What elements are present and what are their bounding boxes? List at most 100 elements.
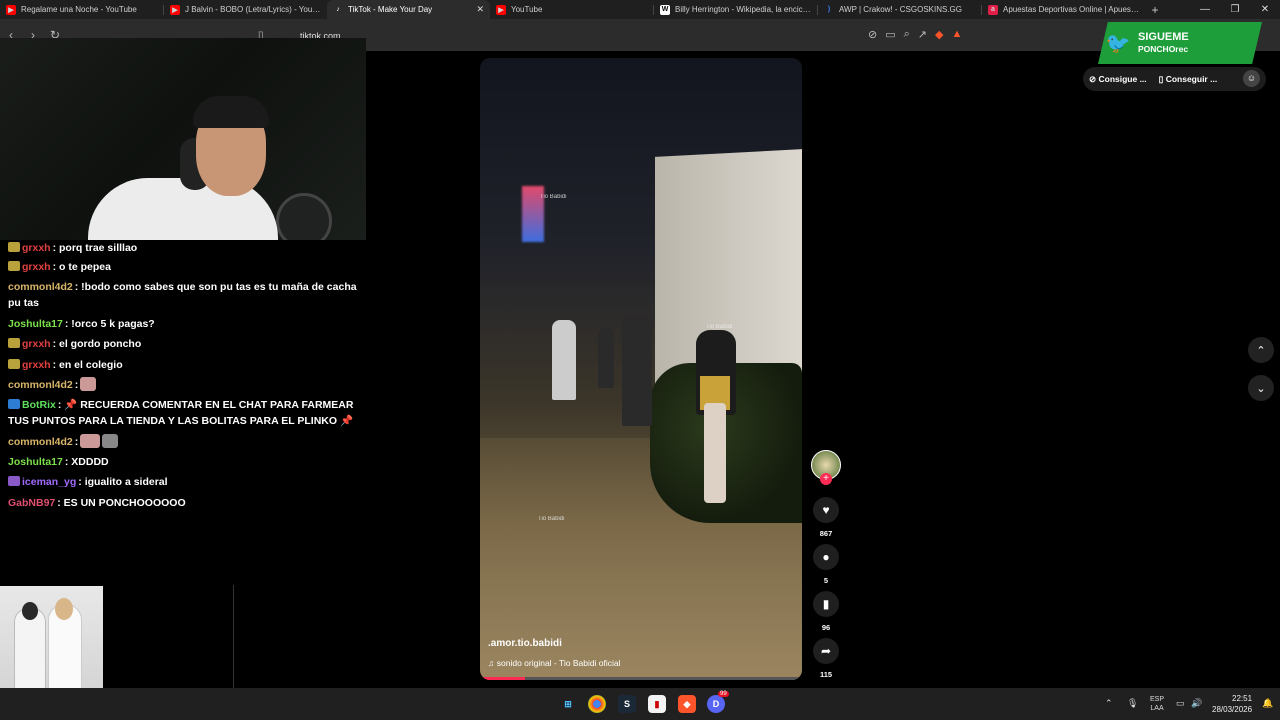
webcam-overlay (0, 38, 366, 246)
pedestrian (598, 328, 614, 388)
tab-wikipedia[interactable]: W Billy Herrington - Wikipedia, la encic… (654, 0, 817, 19)
no-translate-icon[interactable]: ⊘ (868, 28, 877, 41)
chat-text: : en el colegio (52, 359, 123, 371)
restore-icon[interactable]: ❐ (1220, 0, 1250, 19)
video-author-name[interactable]: .amor.tio.babidi (488, 638, 562, 649)
share-icon[interactable]: ↗ (918, 28, 927, 41)
language-indicator[interactable]: ESP LAA (1150, 695, 1164, 713)
share-arrow-icon: ➦ (820, 644, 832, 658)
cast-icon[interactable]: ▭ (885, 28, 895, 41)
chat-text: : (74, 436, 79, 448)
video-progress-bar[interactable] (480, 677, 802, 680)
pill-label: Consigue ... (1098, 73, 1147, 84)
get-coins-button[interactable]: ⊘ Consigue ... (1083, 74, 1153, 85)
sub-badge-icon (8, 338, 20, 348)
share-count: 115 (819, 670, 833, 679)
tab-tiktok[interactable]: ♪ TikTok - Make Your Day ✕ (327, 0, 490, 19)
chat-message: grxxh: porq trae silllao (8, 240, 358, 256)
like-button[interactable]: ♥ (813, 497, 839, 523)
tab-csgoskins[interactable]: ) AWP | Crakow! - CSGOSKINS.GG (818, 0, 981, 19)
brave-shield-icon[interactable]: ◆ (935, 28, 943, 41)
video-watermark: Tio Babidi (706, 324, 733, 330)
share-button[interactable]: ➦ (813, 638, 839, 664)
chat-message: grxxh: en el colegio (8, 357, 358, 373)
chat-message: commonl4d2: !bodo como sabes que son pu … (8, 279, 358, 311)
volume-icon[interactable]: 🔊 (1191, 698, 1202, 709)
brave-icon[interactable]: ◆ (678, 695, 696, 713)
video-progress-fill (480, 677, 526, 680)
chevron-up-icon: ⌃ (1256, 344, 1266, 357)
browser-tab-bar: ▶ Regalame una Noche - YouTube ▶ J Balvi… (0, 0, 1280, 19)
tab-title: Apuestas Deportivas Online | Apuestas (1003, 5, 1139, 14)
chat-text: : (74, 379, 79, 391)
follow-plus-icon[interactable]: + (820, 473, 832, 485)
previous-video-button[interactable]: ⌃ (1248, 337, 1274, 363)
document-icon[interactable]: ▮ (648, 695, 666, 713)
stream-chat: grxxh: porq trae silllao grxxh: o te pep… (0, 240, 366, 585)
youtube-icon: ▶ (6, 4, 16, 15)
tab-title: YouTube (511, 5, 543, 14)
clock-time: 22:51 (1232, 694, 1253, 703)
comment-count: 5 (823, 576, 829, 585)
extension-icons: ⊘ ▭ ⌕ ↗ ◆ ▲ (868, 28, 962, 41)
chat-text: : ES UN PONCHOOOOOO (57, 497, 186, 509)
chat-message: GabNB97: ES UN PONCHOOOOOO (8, 495, 358, 511)
tab-title: TikTok - Make Your Day (348, 5, 433, 14)
steam-icon[interactable]: S (618, 695, 636, 713)
tray-chevron-up-icon[interactable]: ⌃ (1105, 698, 1113, 709)
chrome-icon[interactable] (588, 695, 606, 713)
pedestrian (552, 320, 576, 400)
profile-avatar-icon[interactable]: ☺ (1243, 70, 1260, 87)
emote-icon (80, 434, 101, 448)
system-clock[interactable]: 22:51 28/03/2026 (1212, 693, 1252, 715)
sound-title: sonido original - Tio Babidi oficial (496, 658, 621, 668)
tiktok-header-actions: ⊘ Consigue ... ▯ Conseguir ... (1083, 67, 1266, 91)
chat-username: grxxh (22, 261, 51, 273)
save-count: 96 (821, 623, 831, 632)
zoom-icon[interactable]: ⌕ (904, 28, 910, 41)
pedestrian (622, 316, 652, 426)
monitor-icon[interactable]: ▭ (1176, 698, 1185, 709)
get-app-button[interactable]: ▯ Conseguir ... (1153, 74, 1224, 85)
chat-username: iceman_yg (22, 476, 77, 488)
chat-text: : !orco 5 k pagas? (64, 318, 155, 330)
chat-message: Joshulta17: !orco 5 k pagas? (8, 316, 358, 332)
promo-line-1: SIGUEME (1138, 31, 1189, 43)
girl-legs (704, 403, 726, 503)
windows-start-icon[interactable]: ⊞ (559, 695, 577, 713)
fan-image (276, 193, 332, 246)
tiktok-icon: ♪ (336, 6, 340, 13)
tab-youtube-2[interactable]: ▶ J Balvin - BOBO (Letra/Lyrics) - YouTu… (164, 0, 327, 19)
minimize-icon[interactable]: — (1190, 0, 1220, 19)
promo-text: SIGUEME PONCHOrec (1138, 31, 1189, 55)
tab-youtube-3[interactable]: ▶ YouTube (490, 0, 653, 19)
windows-taskbar: ⊞ S ▮ ◆ D 99 ⌃ 🎙 ESP LAA ▭ 🔊 22:51 28/03… (0, 688, 1280, 720)
comment-button[interactable]: ● (813, 544, 839, 570)
brave-rewards-icon[interactable]: ▲ (951, 28, 962, 41)
microphone-icon[interactable]: 🎙 (1127, 698, 1138, 709)
discord-icon[interactable]: D (707, 695, 725, 713)
chat-text: : 📌 RECUERDA COMENTAR EN EL CHAT PARA FA… (8, 399, 354, 427)
comment-icon: ● (822, 550, 830, 564)
tab-apuestas[interactable]: a Apuestas Deportivas Online | Apuestas (982, 0, 1145, 19)
youtube-icon: ▶ (496, 4, 506, 15)
video-sound[interactable]: ♫ sonido original - Tio Babidi oficial (488, 658, 621, 668)
save-button[interactable]: ▮ (813, 591, 839, 617)
chat-username: commonl4d2 (8, 379, 73, 391)
clock-date: 28/03/2026 (1212, 705, 1253, 714)
tab-youtube-1[interactable]: ▶ Regalame una Noche - YouTube (0, 0, 163, 19)
betting-icon: a (988, 4, 998, 15)
next-video-button[interactable]: ⌄ (1248, 375, 1274, 401)
close-tab-icon[interactable]: ✕ (476, 4, 484, 15)
promo-line-2: PONCHOrec (1138, 44, 1189, 54)
notification-icon[interactable]: 🔔 (1262, 698, 1273, 709)
heart-icon: ♥ (822, 503, 830, 517)
window-controls: — ❐ ✕ (1190, 0, 1280, 19)
pill-label: Conseguir ... (1165, 73, 1218, 84)
twitter-promo-overlay: 🐦 SIGUEME PONCHOrec (1098, 22, 1262, 64)
chat-text: : o te pepea (52, 261, 111, 273)
new-tab-button[interactable]: + (1145, 3, 1165, 17)
tiktok-video-player[interactable]: Tio Babidi Tio Babidi Tio Babidi .amor.t… (480, 58, 802, 680)
close-window-icon[interactable]: ✕ (1250, 0, 1280, 19)
chat-text: : XDDDD (64, 456, 109, 468)
